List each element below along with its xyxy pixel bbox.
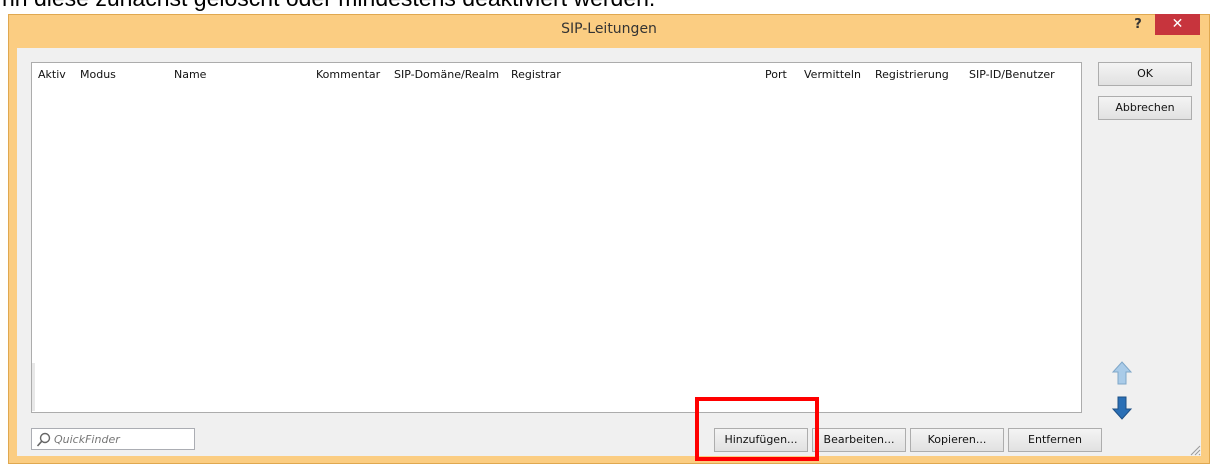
- column-header-kommentar[interactable]: Kommentar: [316, 68, 380, 81]
- close-icon: ✕: [1171, 16, 1184, 32]
- resize-grip-icon[interactable]: [1189, 444, 1201, 456]
- column-header-sip-domain-realm[interactable]: SIP-Domäne/Realm: [394, 68, 499, 81]
- column-header-modus[interactable]: Modus: [80, 68, 116, 81]
- edit-button[interactable]: Bearbeiten...: [812, 428, 906, 452]
- sip-lines-dialog: SIP-Leitungen ? ✕ Aktiv Modus Name Komme…: [8, 14, 1210, 464]
- highlight-box: [695, 397, 819, 461]
- window-title: SIP-Leitungen: [561, 21, 657, 37]
- column-header-aktiv[interactable]: Aktiv: [38, 68, 66, 81]
- column-header-sip-id-benutzer[interactable]: SIP-ID/Benutzer: [969, 68, 1055, 81]
- quickfinder-placeholder: QuickFinder: [54, 433, 120, 446]
- column-header-port[interactable]: Port: [765, 68, 787, 81]
- column-header-registrierung[interactable]: Registrierung: [875, 68, 949, 81]
- title-bar: SIP-Leitungen ? ✕: [9, 14, 1209, 49]
- copy-button[interactable]: Kopieren...: [910, 428, 1004, 452]
- move-down-button[interactable]: [1111, 396, 1133, 420]
- list-edge: [32, 363, 35, 411]
- search-icon: [36, 432, 51, 447]
- column-header-registrar[interactable]: Registrar: [511, 68, 561, 81]
- background-document-text: nn diese zunächst gelöscht oder mindeste…: [2, 0, 655, 12]
- cancel-button[interactable]: Abbrechen: [1098, 96, 1192, 120]
- column-header-vermitteln[interactable]: Vermitteln: [804, 68, 861, 81]
- remove-button[interactable]: Entfernen: [1008, 428, 1102, 452]
- close-button[interactable]: ✕: [1155, 14, 1200, 35]
- column-header-name[interactable]: Name: [174, 68, 206, 81]
- arrow-up-icon: [1111, 361, 1133, 385]
- move-up-button[interactable]: [1111, 361, 1133, 385]
- arrow-down-icon: [1111, 396, 1133, 420]
- quickfinder-input[interactable]: QuickFinder: [31, 428, 195, 450]
- sip-lines-table[interactable]: Aktiv Modus Name Kommentar SIP-Domäne/Re…: [31, 62, 1082, 413]
- dialog-body: Aktiv Modus Name Kommentar SIP-Domäne/Re…: [17, 48, 1201, 456]
- help-button[interactable]: ?: [1127, 14, 1149, 36]
- ok-button[interactable]: OK: [1098, 62, 1192, 86]
- table-header: Aktiv Modus Name Kommentar SIP-Domäne/Re…: [32, 63, 1081, 87]
